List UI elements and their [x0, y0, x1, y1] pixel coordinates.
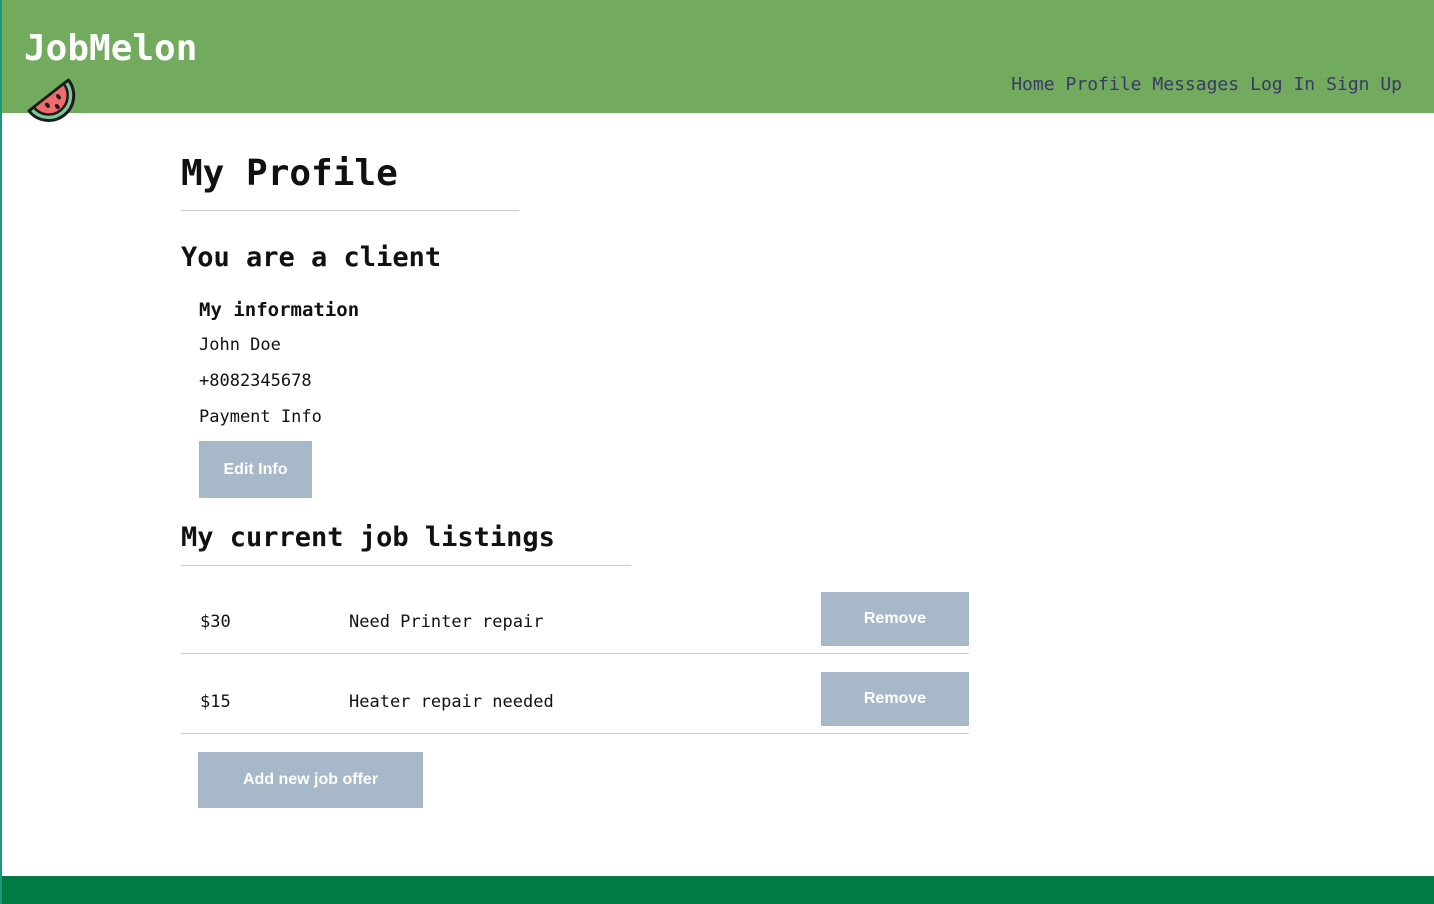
edit-info-button[interactable]: Edit Info: [199, 441, 312, 498]
remove-listing-button[interactable]: Remove: [821, 672, 969, 726]
listings-heading: My current job listings: [181, 520, 631, 566]
listing-price: $30: [200, 612, 231, 632]
site-footer: [2, 876, 1434, 904]
payment-info: Payment Info: [199, 407, 322, 427]
nav-profile[interactable]: Profile: [1066, 74, 1142, 95]
site-header: JobMelon Home Profile Messages Log In Si…: [2, 0, 1434, 122]
page: JobMelon Home Profile Messages Log In Si…: [0, 0, 1434, 904]
nav-messages[interactable]: Messages: [1152, 74, 1239, 95]
listing-row: $30 Need Printer repair Remove: [181, 592, 969, 654]
listing-row: $15 Heater repair needed Remove: [181, 672, 969, 734]
role-heading: You are a client: [181, 242, 442, 273]
page-title: My Profile: [181, 150, 519, 211]
nav-sign-up[interactable]: Sign Up: [1326, 74, 1402, 95]
nav-log-in[interactable]: Log In: [1250, 74, 1315, 95]
info-heading: My information: [199, 299, 360, 321]
nav-home[interactable]: Home: [1011, 74, 1054, 95]
job-listings: $30 Need Printer repair Remove $15 Heate…: [181, 592, 969, 734]
brand-name[interactable]: JobMelon: [24, 28, 197, 69]
user-phone: +8082345678: [199, 371, 312, 391]
remove-listing-button[interactable]: Remove: [821, 592, 969, 646]
main-nav: Home Profile Messages Log In Sign Up: [1011, 74, 1402, 95]
listing-title: Need Printer repair: [349, 612, 544, 632]
watermelon-slice-icon: [27, 78, 76, 122]
main-content: My Profile You are a client My informati…: [181, 150, 981, 808]
user-name: John Doe: [199, 335, 281, 355]
listing-title: Heater repair needed: [349, 692, 554, 712]
add-job-offer-button[interactable]: Add new job offer: [198, 752, 423, 808]
my-information-section: My information John Doe +8082345678 Paym…: [199, 297, 981, 498]
listing-price: $15: [200, 692, 231, 712]
